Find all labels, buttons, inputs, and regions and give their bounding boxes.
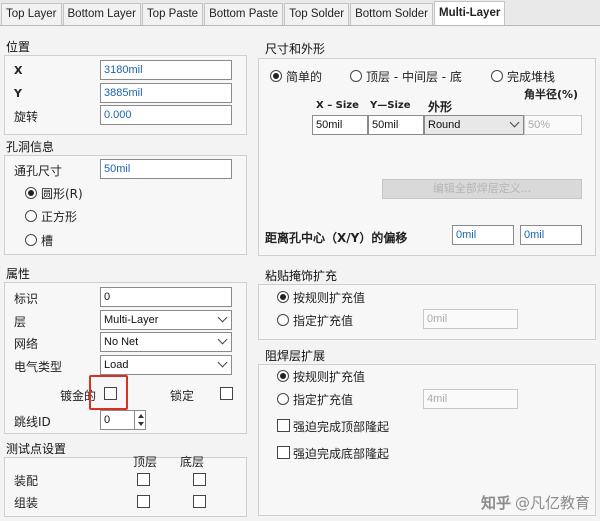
offset-x-field[interactable]: 0mil (452, 225, 514, 245)
square-label: 正方形 (41, 210, 78, 224)
corner-radius-label: 角半径(%) (524, 88, 579, 101)
etype-select[interactable]: Load (100, 355, 232, 375)
paste-specify-radio[interactable] (277, 314, 289, 326)
full-stack-radio[interactable] (491, 70, 503, 82)
shape-header: 外形 (428, 100, 453, 114)
full-stack-label: 完成堆栈 (507, 70, 556, 84)
tp-assembly-top-checkbox[interactable] (137, 473, 150, 486)
size-shape-title: 尺寸和外形 (265, 42, 326, 56)
net-label: 网络 (14, 337, 39, 351)
x-label: X (14, 64, 23, 77)
square-radio[interactable] (25, 210, 37, 222)
chevron-down-icon (217, 312, 228, 323)
etype-select-value: Load (104, 359, 129, 371)
watermark: 知乎 @凡亿教育 (481, 492, 590, 513)
tab-bottom-solder[interactable]: Bottom Solder (350, 3, 433, 25)
simple-label: 简单的 (286, 70, 323, 84)
paste-specify-label: 指定扩充值 (293, 314, 354, 328)
offset-y-field[interactable]: 0mil (520, 225, 582, 245)
zhihu-logo: 知乎 (480, 494, 511, 512)
tmb-radio[interactable] (350, 70, 362, 82)
tmb-label: 顶层 - 中间层 - 底 (366, 70, 462, 84)
x-size-header: X – Size (316, 100, 359, 111)
round-label: 圆形(R) (41, 187, 83, 201)
layer-select[interactable]: Multi-Layer (100, 310, 232, 330)
net-select[interactable]: No Net (100, 332, 232, 352)
force-bottom-checkbox[interactable] (277, 446, 290, 459)
layer-select-value: Multi-Layer (104, 314, 159, 326)
solder-value-field[interactable]: 4mil (423, 389, 518, 409)
rotation-label: 旋转 (14, 110, 39, 124)
rotation-field[interactable]: 0.000 (100, 105, 232, 125)
paste-rule-label: 按规则扩充值 (293, 291, 366, 305)
y-field[interactable]: 3885mil (100, 83, 232, 103)
etype-label: 电气类型 (14, 360, 63, 374)
tp-top-header: 顶层 (133, 455, 158, 469)
testpoint-title: 测试点设置 (6, 442, 67, 456)
tab-bottom-paste[interactable]: Bottom Paste (204, 3, 284, 25)
slot-radio[interactable] (25, 234, 37, 246)
solder-rule-label: 按规则扩充值 (293, 370, 366, 384)
force-bottom-label: 强迫完成底部隆起 (293, 447, 390, 461)
locked-label: 锁定 (170, 389, 195, 403)
properties-title: 属性 (6, 267, 31, 281)
plated-checkbox[interactable] (104, 387, 117, 400)
x-field[interactable]: 3180mil (100, 60, 232, 80)
tp-assembly-bottom-checkbox[interactable] (193, 473, 206, 486)
jumper-label: 跳线ID (14, 415, 51, 429)
y-size-field[interactable]: 50mil (368, 115, 424, 135)
slot-label: 槽 (41, 234, 54, 248)
chevron-down-icon (217, 334, 228, 345)
tp-fab-bottom-checkbox[interactable] (193, 495, 206, 508)
round-radio[interactable] (25, 187, 37, 199)
designator-field[interactable]: 0 (100, 287, 232, 307)
y-label: Y (14, 87, 22, 100)
tp-fab-top-checkbox[interactable] (137, 495, 150, 508)
hole-size-label: 通孔尺寸 (14, 164, 63, 178)
tp-fab-label: 组装 (14, 496, 39, 510)
edit-pad-layers-button[interactable]: 编辑全部焊层定义... (382, 179, 582, 199)
tp-bottom-header: 底层 (180, 455, 205, 469)
force-top-label: 强迫完成顶部隆起 (293, 420, 390, 434)
solder-specify-radio[interactable] (277, 393, 289, 405)
x-size-field[interactable]: 50mil (312, 115, 368, 135)
chevron-down-icon (217, 357, 228, 368)
tp-assembly-label: 装配 (14, 474, 39, 488)
paste-value-field[interactable]: 0mil (423, 309, 518, 329)
shape-select-value: Round (428, 119, 461, 131)
simple-radio[interactable] (270, 70, 282, 82)
spinner-arrows-icon (138, 414, 144, 426)
tab-multi-layer[interactable]: Multi-Layer (433, 1, 506, 25)
hole-size-field[interactable]: 50mil (100, 159, 232, 179)
force-top-checkbox[interactable] (277, 419, 290, 432)
paste-title: 粘贴掩饰扩充 (265, 269, 338, 283)
net-select-value: No Net (104, 336, 139, 348)
tab-bottom-layer[interactable]: Bottom Layer (62, 3, 141, 25)
offset-label: 距离孔中心（X/Y）的偏移 (265, 231, 408, 245)
testpoint-group (4, 457, 247, 517)
paste-rule-radio[interactable] (277, 291, 289, 303)
chevron-down-icon (509, 117, 520, 128)
tab-top-paste[interactable]: Top Paste (141, 3, 204, 25)
hole-title: 孔洞信息 (6, 140, 55, 154)
shape-select[interactable]: Round (424, 115, 524, 135)
layer-tabs: Top Layer Bottom Layer Top Paste Bottom … (0, 0, 600, 26)
jumper-spinner[interactable] (134, 410, 146, 430)
layer-label: 层 (14, 315, 27, 329)
tab-top-solder[interactable]: Top Solder (284, 3, 350, 25)
location-title: 位置 (6, 40, 31, 54)
solder-rule-radio[interactable] (277, 370, 289, 382)
designator-label: 标识 (14, 292, 39, 306)
y-size-header: Y—Size (370, 100, 411, 111)
tab-top-layer[interactable]: Top Layer (1, 3, 62, 25)
solder-specify-label: 指定扩充值 (293, 393, 354, 407)
corner-radius-field[interactable]: 50% (524, 115, 582, 135)
locked-checkbox[interactable] (220, 387, 233, 400)
solder-title: 阻焊层扩展 (265, 349, 326, 363)
watermark-text: @凡亿教育 (514, 494, 590, 512)
